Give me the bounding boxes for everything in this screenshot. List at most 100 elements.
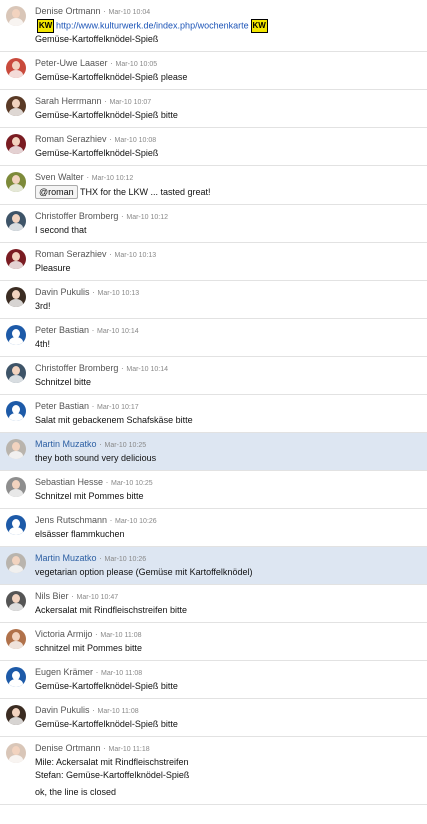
- timestamp[interactable]: Mar-10 10:14: [97, 328, 139, 335]
- avatar[interactable]: [6, 6, 26, 26]
- message-text: Gemüse-Kartoffelknödel-Spieß: [35, 147, 421, 160]
- chat-message: Roman Serazhiev · Mar-10 10:08 Gemüse-Kar…: [0, 128, 427, 166]
- message-line: Gemüse-Kartoffelknödel-Spieß: [35, 148, 159, 158]
- message-line: schnitzel mit Pommes bitte: [35, 643, 143, 653]
- default-avatar-icon[interactable]: [6, 515, 26, 535]
- timestamp[interactable]: Mar-10 10:26: [115, 518, 157, 525]
- mention-tag[interactable]: @roman: [35, 185, 78, 199]
- message-line: Pleasure: [35, 263, 71, 273]
- username[interactable]: Peter-Uwe Laaser: [35, 58, 108, 68]
- separator: ·: [100, 743, 109, 753]
- message-line: Schnitzel bitte: [35, 377, 92, 387]
- timestamp[interactable]: Mar-10 10:13: [98, 290, 140, 297]
- username[interactable]: Roman Serazhiev: [35, 249, 107, 259]
- timestamp[interactable]: Mar-10 10:17: [97, 404, 139, 411]
- message-text: 3rd!: [35, 300, 421, 313]
- username[interactable]: Nils Bier: [35, 591, 69, 601]
- separator: ·: [103, 477, 112, 487]
- username[interactable]: Denise Ortmann: [35, 6, 101, 16]
- avatar[interactable]: [6, 249, 26, 269]
- menu-link[interactable]: http://www.kulturwerk.de/index.php/woche…: [56, 20, 249, 30]
- avatar[interactable]: [6, 439, 26, 459]
- username[interactable]: Sebastian Hesse: [35, 477, 103, 487]
- timestamp[interactable]: Mar-10 10:13: [115, 252, 157, 259]
- timestamp[interactable]: Mar-10 10:08: [115, 137, 157, 144]
- message-text: Gemüse-Kartoffelknödel-Spieß please: [35, 71, 421, 84]
- chat-message: Denise Ortmann · Mar-10 10:04 KW http://ww…: [0, 0, 427, 52]
- timestamp[interactable]: Mar-10 10:12: [92, 175, 134, 182]
- message-text: they both sound very delicious: [35, 452, 421, 465]
- timestamp[interactable]: Mar-10 10:25: [105, 442, 147, 449]
- username[interactable]: Martin Muzatko: [35, 553, 97, 563]
- avatar[interactable]: [6, 591, 26, 611]
- chat-message: Nils Bier · Mar-10 10:47 Ackersalat mit R…: [0, 585, 427, 623]
- separator: ·: [93, 667, 102, 677]
- avatar[interactable]: [6, 363, 26, 383]
- message-header: Denise Ortmann · Mar-10 11:18: [35, 742, 421, 756]
- message-text: Schnitzel bitte: [35, 376, 421, 389]
- avatar[interactable]: [6, 211, 26, 231]
- avatar[interactable]: [6, 705, 26, 725]
- username[interactable]: Sven Walter: [35, 172, 84, 182]
- username[interactable]: Jens Rutschmann: [35, 515, 107, 525]
- default-avatar-icon[interactable]: [6, 667, 26, 687]
- timestamp[interactable]: Mar-10 11:08: [100, 632, 141, 639]
- timestamp[interactable]: Mar-10 10:05: [116, 61, 158, 68]
- avatar[interactable]: [6, 58, 26, 78]
- avatar-face: [12, 708, 20, 717]
- message-text: Gemüse-Kartoffelknödel-Spieß bitte: [35, 680, 421, 693]
- timestamp[interactable]: Mar-10 11:08: [101, 670, 142, 677]
- username[interactable]: Davin Pukulis: [35, 287, 90, 297]
- avatar[interactable]: [6, 134, 26, 154]
- avatar-body: [9, 451, 23, 459]
- message-text: @roman THX for the LKW ... tasted great!: [35, 185, 421, 199]
- chat-message: Christoffer Bromberg · Mar-10 10:14 Schni…: [0, 357, 427, 395]
- username[interactable]: Eugen Krämer: [35, 667, 93, 677]
- avatar[interactable]: [6, 629, 26, 649]
- username[interactable]: Roman Serazhiev: [35, 134, 107, 144]
- timestamp[interactable]: Mar-10 10:07: [110, 99, 152, 106]
- default-avatar-icon[interactable]: [6, 325, 26, 345]
- message-header: Sebastian Hesse · Mar-10 10:25: [35, 476, 421, 490]
- kw-logo-icon: KW: [250, 19, 268, 33]
- timestamp[interactable]: Mar-10 10:47: [77, 594, 119, 601]
- avatar[interactable]: [6, 553, 26, 573]
- avatar[interactable]: [6, 743, 26, 763]
- username[interactable]: Sarah Herrmann: [35, 96, 102, 106]
- avatar[interactable]: [6, 96, 26, 116]
- chat-message: Davin Pukulis · Mar-10 11:08 Gemüse-Karto…: [0, 699, 427, 737]
- username[interactable]: Christoffer Bromberg: [35, 211, 118, 221]
- default-avatar-icon[interactable]: [6, 401, 26, 421]
- username[interactable]: Victoria Armijo: [35, 629, 92, 639]
- avatar-body: [9, 18, 23, 26]
- avatar[interactable]: [6, 172, 26, 192]
- avatar-body: [9, 184, 23, 192]
- avatar[interactable]: [6, 477, 26, 497]
- message-text: elsässer flammkuchen: [35, 528, 421, 541]
- chat-message: Peter Bastian · Mar-10 10:14 4th!: [0, 319, 427, 357]
- message-header: Roman Serazhiev · Mar-10 10:08: [35, 133, 421, 147]
- timestamp[interactable]: Mar-10 10:25: [111, 480, 153, 487]
- username[interactable]: Peter Bastian: [35, 325, 89, 335]
- avatar[interactable]: [6, 287, 26, 307]
- avatar-face: [12, 252, 20, 261]
- timestamp[interactable]: Mar-10 11:08: [98, 708, 139, 715]
- message-text: Gemüse-Kartoffelknödel-Spieß bitte: [35, 718, 421, 731]
- timestamp[interactable]: Mar-10 10:14: [126, 366, 168, 373]
- separator: ·: [96, 553, 105, 563]
- timestamp[interactable]: Mar-10 10:12: [126, 214, 168, 221]
- username[interactable]: Peter Bastian: [35, 401, 89, 411]
- message-line: @roman THX for the LKW ... tasted great!: [35, 185, 421, 199]
- chat-message: Roman Serazhiev · Mar-10 10:13 Pleasure: [0, 243, 427, 281]
- username[interactable]: Martin Muzatko: [35, 439, 97, 449]
- avatar-body: [9, 717, 23, 725]
- timestamp[interactable]: Mar-10 10:04: [109, 9, 151, 16]
- message-line: vegetarian option please (Gemüse mit Kar…: [35, 567, 253, 577]
- avatar-body: [9, 261, 23, 269]
- timestamp[interactable]: Mar-10 10:26: [105, 556, 147, 563]
- username[interactable]: Denise Ortmann: [35, 743, 101, 753]
- username[interactable]: Christoffer Bromberg: [35, 363, 118, 373]
- username[interactable]: Davin Pukulis: [35, 705, 90, 715]
- timestamp[interactable]: Mar-10 11:18: [109, 746, 150, 753]
- message-text: 4th!: [35, 338, 421, 351]
